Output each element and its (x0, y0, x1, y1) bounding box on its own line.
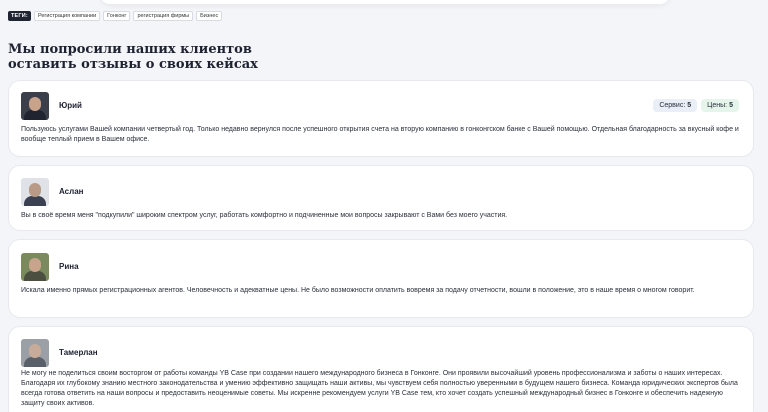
review-text: Не могу не поделиться своим восторгом от… (21, 370, 738, 407)
review-card: Рина Искала именно прямых регистрационны… (8, 239, 754, 318)
avatar (21, 92, 49, 120)
section-title: Мы попросили наших клиентов оставить отз… (8, 42, 258, 72)
tags-label: ТЕГИ: (8, 11, 31, 21)
tag-business[interactable]: Бизнес (196, 11, 223, 21)
review-card: Юрий Сервис: 5 Цены: 5 Пользуюсь услугами … (8, 80, 754, 157)
price-rating-badge: Цены: 5 (701, 99, 739, 112)
reviewer-name: Юрий (59, 101, 82, 110)
tag-firm-registration[interactable]: регистрация фирмы (133, 11, 194, 21)
tag-company-registration[interactable]: Регистрация компании (33, 11, 101, 21)
reviewer-name: Аслан (59, 187, 84, 196)
reviewer-name: Тамерлан (59, 348, 98, 357)
review-text: Искала именно прямых регистрационных аге… (21, 287, 695, 294)
tag-hong-kong[interactable]: Гонконг (103, 11, 131, 21)
reviewer-name: Рина (59, 262, 79, 271)
header-card-edge (100, 0, 670, 4)
review-text: Вы в своё время меня "подкупили" широким… (21, 212, 508, 219)
avatar (21, 253, 49, 281)
review-card: Тамерлан Не могу не поделиться своим вос… (8, 326, 754, 412)
review-text: Пользуюсь услугами Вашей компании четвер… (21, 126, 739, 143)
avatar (21, 339, 49, 367)
tags-row: ТЕГИ: Регистрация компании Гонконг регис… (8, 11, 223, 21)
avatar (21, 178, 49, 206)
review-card: Аслан Вы в своё время меня "подкупили" ш… (8, 165, 754, 231)
rating-badges: Сервис: 5 Цены: 5 (653, 99, 739, 112)
service-rating-badge: Сервис: 5 (653, 99, 698, 112)
